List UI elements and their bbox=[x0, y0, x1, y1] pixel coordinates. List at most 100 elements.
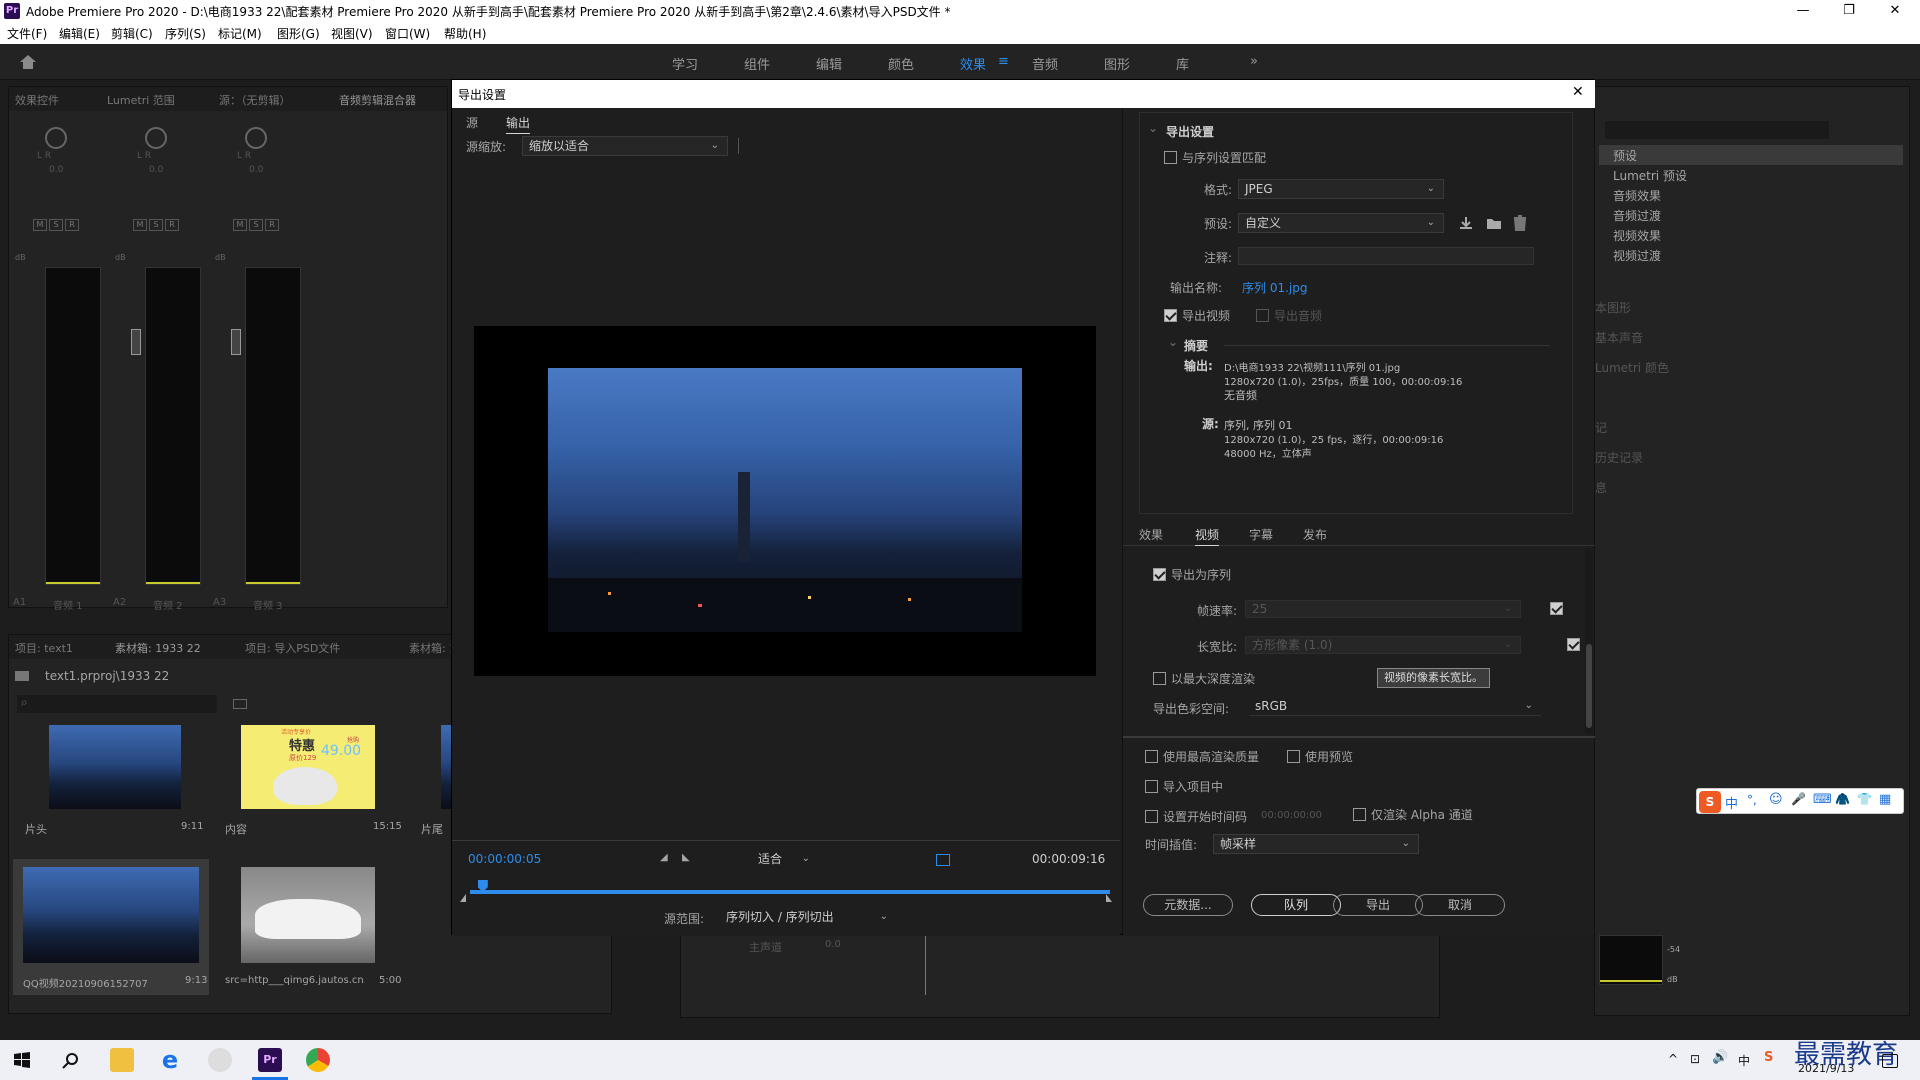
source-scaling-select[interactable]: 缩放以适合 ⌄ bbox=[522, 136, 728, 156]
solo-button[interactable]: S bbox=[149, 219, 163, 231]
panel-essential-graphics[interactable]: 本图形 bbox=[1595, 299, 1631, 316]
solo-button[interactable]: S bbox=[249, 219, 263, 231]
source-range-bar[interactable] bbox=[470, 890, 1110, 894]
source-range-select[interactable]: 序列切入 / 序列切出 ⌄ bbox=[720, 908, 896, 928]
menu-sequence[interactable]: 序列(S) bbox=[165, 25, 206, 42]
use-previews-checkbox[interactable] bbox=[1287, 750, 1300, 763]
export-audio-checkbox[interactable] bbox=[1256, 309, 1269, 322]
home-icon[interactable] bbox=[19, 54, 37, 70]
aspect-toggle-icon[interactable] bbox=[936, 854, 950, 866]
mark-out-icon[interactable]: ◣ bbox=[682, 852, 690, 863]
mute-button[interactable]: M bbox=[133, 219, 147, 231]
menu-graphics[interactable]: 图形(G) bbox=[277, 25, 320, 42]
mute-button[interactable]: M bbox=[33, 219, 47, 231]
ime-keyboard-icon[interactable]: ⌨ bbox=[1813, 792, 1832, 807]
clip-thumb-pianwei[interactable]: 片尾 bbox=[413, 725, 453, 855]
menu-view[interactable]: 视图(V) bbox=[331, 25, 373, 42]
panel-info[interactable]: 息 bbox=[1595, 479, 1607, 496]
effect-item-video-effects[interactable]: 视频效果 bbox=[1613, 227, 1661, 244]
preset-select[interactable]: 自定义 ⌄ bbox=[1238, 213, 1444, 233]
solo-button[interactable]: S bbox=[49, 219, 63, 231]
output-name-link[interactable]: 序列 01.jpg bbox=[1242, 279, 1307, 296]
tray-chevron-icon[interactable]: ^ bbox=[1668, 1052, 1678, 1066]
mute-button[interactable]: M bbox=[233, 219, 247, 231]
import-preset-icon[interactable] bbox=[1486, 215, 1502, 231]
subtab-effects[interactable]: 效果 bbox=[1139, 526, 1163, 543]
effect-item-lumetri-presets[interactable]: Lumetri 预设 bbox=[1613, 167, 1687, 184]
workspace-graphics[interactable]: 图形 bbox=[1104, 54, 1130, 73]
metadata-button[interactable]: 元数据... bbox=[1143, 894, 1233, 916]
app-icon[interactable] bbox=[208, 1048, 232, 1072]
subtab-publish[interactable]: 发布 bbox=[1303, 526, 1327, 543]
aspect-select[interactable]: 方形像素 (1.0) ⌄ bbox=[1245, 636, 1521, 654]
record-button[interactable]: R bbox=[265, 219, 279, 231]
tab-bin-1[interactable]: 素材箱: 1 bbox=[409, 640, 456, 656]
workspace-color[interactable]: 颜色 bbox=[888, 54, 914, 73]
new-bin-icon[interactable] bbox=[233, 699, 247, 709]
file-explorer-icon[interactable] bbox=[110, 1048, 134, 1072]
delete-preset-icon[interactable] bbox=[1512, 215, 1528, 231]
alpha-only-checkbox[interactable] bbox=[1353, 808, 1366, 821]
tab-project-text1[interactable]: 项目: text1 bbox=[15, 640, 73, 656]
summary-chevron-icon[interactable]: ⌄ bbox=[1168, 335, 1178, 349]
clip-thumb-car-image[interactable]: src=http___qimg6.jautos.cn... 5:00 bbox=[213, 859, 409, 995]
record-button[interactable]: R bbox=[65, 219, 79, 231]
mark-in-icon[interactable]: ◢ bbox=[660, 852, 668, 863]
workspace-learn[interactable]: 学习 bbox=[672, 54, 698, 73]
ime-chinese-mode[interactable]: 中 bbox=[1725, 793, 1738, 812]
sogou-tray-icon[interactable]: S bbox=[1764, 1050, 1773, 1065]
settings-scrollbar[interactable] bbox=[1585, 548, 1593, 734]
panel-markers[interactable]: 记 bbox=[1595, 419, 1607, 436]
aspect-match-checkbox[interactable] bbox=[1566, 638, 1580, 651]
pan-knob[interactable] bbox=[145, 127, 167, 149]
notification-icon[interactable] bbox=[1882, 1054, 1898, 1068]
menu-file[interactable]: 文件(F) bbox=[7, 25, 47, 42]
export-button[interactable]: 导出 bbox=[1333, 894, 1423, 916]
workspace-editing[interactable]: 编辑 bbox=[816, 54, 842, 73]
sogou-logo-icon[interactable]: S bbox=[1699, 791, 1721, 813]
menu-window[interactable]: 窗口(W) bbox=[385, 25, 430, 42]
search-icon[interactable] bbox=[62, 1052, 80, 1070]
save-preset-icon[interactable] bbox=[1458, 215, 1474, 231]
menu-clip[interactable]: 剪辑(C) bbox=[111, 25, 153, 42]
max-depth-checkbox[interactable] bbox=[1153, 672, 1166, 685]
current-timecode[interactable]: 00:00:00:05 bbox=[468, 852, 541, 866]
ime-emoji-icon[interactable]: ☺ bbox=[1769, 792, 1783, 807]
max-render-quality-checkbox[interactable] bbox=[1145, 750, 1158, 763]
export-as-sequence-checkbox[interactable] bbox=[1153, 568, 1166, 581]
windows-start-icon[interactable] bbox=[14, 1052, 30, 1068]
pan-knob[interactable] bbox=[245, 127, 267, 149]
network-icon[interactable]: ⊡ bbox=[1690, 1052, 1700, 1066]
effect-item-presets[interactable]: 预设 bbox=[1613, 147, 1637, 164]
out-point-handle[interactable] bbox=[1106, 894, 1112, 902]
comment-input[interactable] bbox=[1238, 247, 1534, 265]
effect-item-audio-effects[interactable]: 音频效果 bbox=[1613, 187, 1661, 204]
start-timecode-value[interactable]: 00:00:00:00 bbox=[1261, 810, 1322, 821]
effects-search-input[interactable] bbox=[1605, 121, 1829, 139]
tab-lumetri-scopes[interactable]: Lumetri 范围 bbox=[107, 92, 175, 108]
tab-bin-1933[interactable]: 素材箱: 1933 22 bbox=[115, 640, 201, 656]
menu-marker[interactable]: 标记(M) bbox=[218, 25, 262, 42]
ime-skin-icon[interactable]: 🧥 bbox=[1835, 792, 1850, 806]
subtab-video[interactable]: 视频 bbox=[1195, 526, 1220, 546]
time-interp-select[interactable]: 帧采样 ⌄ bbox=[1213, 834, 1419, 854]
scrollbar-thumb[interactable] bbox=[1586, 644, 1592, 728]
workspace-effects[interactable]: 效果 bbox=[960, 54, 986, 73]
tab-effect-controls[interactable]: 效果控件 bbox=[15, 92, 59, 108]
queue-button[interactable]: 队列 bbox=[1251, 894, 1341, 916]
ime-grid-icon[interactable]: ▦ bbox=[1879, 792, 1891, 807]
menu-edit[interactable]: 编辑(E) bbox=[59, 25, 100, 42]
tab-source[interactable]: 源 bbox=[466, 114, 478, 131]
maximize-button[interactable]: ❐ bbox=[1826, 0, 1872, 22]
workspace-libraries[interactable]: 库 bbox=[1176, 54, 1189, 73]
volume-icon[interactable]: 🔊 bbox=[1712, 1050, 1728, 1065]
in-point-handle[interactable] bbox=[460, 894, 466, 902]
project-search-input[interactable] bbox=[17, 695, 217, 713]
edge-browser-icon[interactable]: e bbox=[158, 1048, 182, 1072]
start-timecode-checkbox[interactable] bbox=[1145, 810, 1158, 823]
clip-thumb-neirong[interactable]: 活动专享价 特惠 原价129 49.00 抢购 内容 15:15 bbox=[213, 725, 409, 855]
pan-knob[interactable] bbox=[45, 127, 67, 149]
subtab-captions[interactable]: 字幕 bbox=[1249, 526, 1273, 543]
collapse-chevron-icon[interactable]: ⌄ bbox=[1148, 121, 1158, 135]
chrome-browser-icon[interactable] bbox=[306, 1048, 330, 1072]
